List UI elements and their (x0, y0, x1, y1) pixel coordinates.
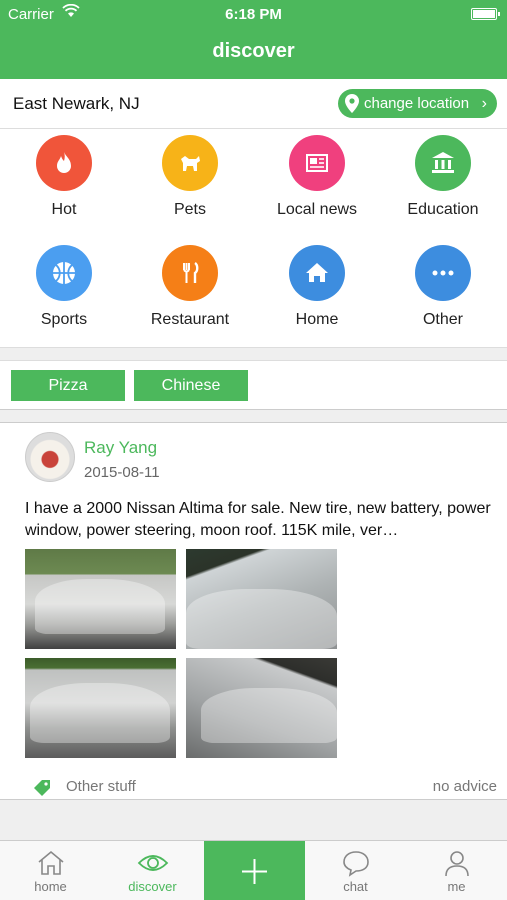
page-title: discover (212, 40, 295, 62)
location-bar: East Newark, NJ change location › (0, 79, 507, 129)
category-label: Sports (40, 311, 88, 328)
fork-knife-icon (162, 245, 218, 301)
category-label: Restaurant (150, 311, 230, 328)
change-location-label: change location (364, 95, 470, 112)
tag-icon (33, 779, 51, 802)
chat-bubble-icon (342, 851, 369, 877)
category-label: Home (295, 311, 339, 328)
plus-icon (242, 859, 267, 884)
school-icon (415, 135, 471, 191)
category-label: Local news (276, 201, 358, 218)
newspaper-icon (289, 135, 345, 191)
category-local-news[interactable]: Local news (254, 129, 380, 239)
app-header: Carrier 6:18 PM discover (0, 0, 507, 79)
change-location-button[interactable]: change location › (338, 89, 497, 118)
tab-label: home (34, 879, 67, 894)
more-icon (415, 245, 471, 301)
tag-bar: Pizza Chinese (0, 360, 507, 410)
tag-chinese[interactable]: Chinese (134, 370, 248, 401)
category-label: Other (422, 311, 463, 328)
category-restaurant[interactable]: Restaurant (127, 239, 253, 349)
home-icon (37, 850, 64, 875)
avatar[interactable] (25, 432, 75, 482)
category-grid: Hot Pets Local news Education Sports Res… (0, 129, 507, 348)
person-icon (444, 851, 469, 877)
category-pets[interactable]: Pets (127, 129, 253, 239)
current-location: East Newark, NJ (13, 94, 140, 113)
category-label: Pets (173, 201, 206, 218)
post-author[interactable]: Ray Yang (84, 438, 157, 458)
post-photo[interactable] (186, 549, 337, 649)
post-text: I have a 2000 Nissan Altima for sale. Ne… (25, 500, 491, 539)
category-label: Education (407, 201, 479, 218)
battery-icon (471, 8, 500, 20)
tab-home[interactable]: home (0, 841, 101, 900)
eye-icon (137, 855, 168, 871)
tab-chat[interactable]: chat (305, 841, 406, 900)
status-time: 6:18 PM (225, 6, 282, 23)
tab-me[interactable]: me (406, 841, 507, 900)
flame-icon (36, 135, 92, 191)
category-education[interactable]: Education (380, 129, 506, 239)
post-photo[interactable] (186, 658, 337, 758)
post-card[interactable]: Ray Yang 2015-08-11 I have a 2000 Nissan… (0, 422, 507, 800)
add-post-button[interactable] (204, 841, 305, 900)
category-sports[interactable]: Sports (1, 239, 127, 349)
category-other[interactable]: Other (380, 239, 506, 349)
post-photo[interactable] (25, 658, 176, 758)
tab-label: discover (128, 879, 177, 894)
post-photo[interactable] (25, 549, 176, 649)
chevron-right-icon: › (481, 95, 487, 112)
tab-discover[interactable]: discover (102, 841, 203, 900)
tab-label: chat (343, 879, 368, 894)
status-bar: Carrier 6:18 PM (0, 0, 507, 28)
post-advice: no advice (432, 778, 497, 795)
tab-bar: home discover chat me (0, 840, 507, 900)
basketball-icon (36, 245, 92, 301)
tag-pizza[interactable]: Pizza (11, 370, 125, 401)
dog-icon (162, 135, 218, 191)
post-category[interactable]: Other stuff (66, 778, 136, 795)
category-home[interactable]: Home (254, 239, 380, 349)
location-pin-icon (345, 94, 359, 123)
category-label: Hot (51, 201, 77, 218)
post-date: 2015-08-11 (84, 464, 160, 481)
house-icon (289, 245, 345, 301)
tab-label: me (447, 879, 466, 894)
category-hot[interactable]: Hot (1, 129, 127, 239)
